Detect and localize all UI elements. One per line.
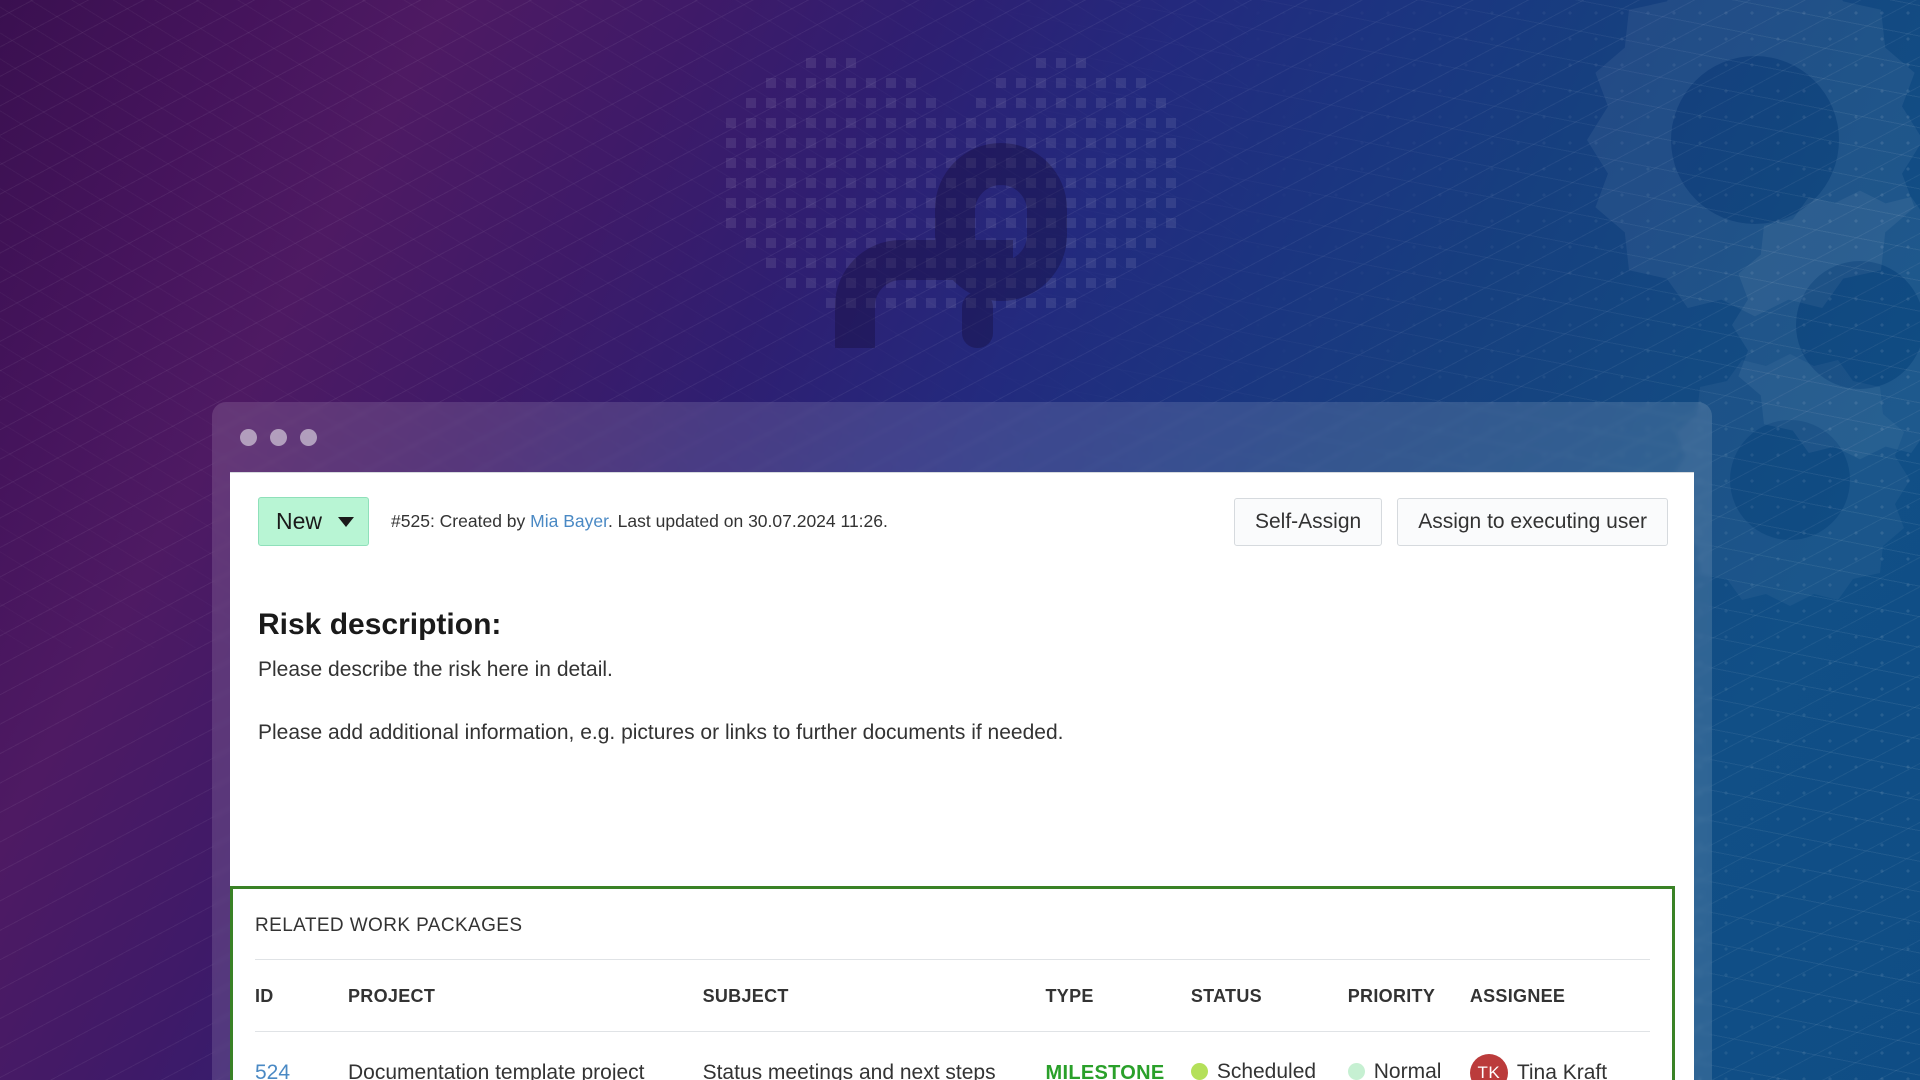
column-header-id[interactable]: ID xyxy=(255,960,348,1032)
gear-icon xyxy=(1545,0,1920,350)
priority-dot-icon xyxy=(1347,1063,1365,1080)
work-package-toolbar: New #525: Created by Mia Bayer. Last upd… xyxy=(230,473,1694,546)
work-package-id-link[interactable]: 524 xyxy=(255,1061,290,1080)
related-work-packages-title: RELATED WORK PACKAGES xyxy=(255,889,1650,960)
toolbar-actions: Self-Assign Assign to executing user xyxy=(1233,497,1668,546)
self-assign-button[interactable]: Self-Assign xyxy=(1233,497,1383,546)
window-titlebar[interactable] xyxy=(212,402,1712,472)
risk-description-paragraph-2: Please add additional information, e.g. … xyxy=(258,721,1064,745)
minimize-dot-icon[interactable] xyxy=(270,428,287,446)
gear-icon xyxy=(1700,165,1920,485)
status-dropdown[interactable]: New xyxy=(258,497,370,546)
table-header-row: ID PROJECT SUBJECT TYPE STATUS PRIORITY … xyxy=(255,960,1650,1032)
close-dot-icon[interactable] xyxy=(240,428,257,446)
assign-to-executing-user-button[interactable]: Assign to executing user xyxy=(1397,497,1668,546)
work-package-card: New #525: Created by Mia Bayer. Last upd… xyxy=(230,472,1694,1080)
column-header-project[interactable]: PROJECT xyxy=(348,960,703,1032)
cell-status: Scheduled xyxy=(1190,1032,1348,1080)
risk-description-section: Risk description: Please describe the ri… xyxy=(230,546,1694,749)
status-label: Scheduled xyxy=(1216,1059,1317,1080)
application-window: New #525: Created by Mia Bayer. Last upd… xyxy=(212,402,1712,1080)
related-work-packages-table: ID PROJECT SUBJECT TYPE STATUS PRIORITY … xyxy=(255,960,1650,1080)
type-badge: MILESTONE xyxy=(1045,1062,1165,1080)
work-package-meta: #525: Created by Mia Bayer. Last updated… xyxy=(391,511,888,532)
avatar[interactable]: TK xyxy=(1469,1054,1508,1080)
related-work-packages-panel: RELATED WORK PACKAGES ID PROJECT SUBJECT… xyxy=(230,886,1675,1080)
cell-assignee: TK Tina Kraft xyxy=(1469,1032,1650,1080)
column-header-type[interactable]: TYPE xyxy=(1045,960,1191,1032)
assignee-name: Tina Kraft xyxy=(1516,1061,1608,1080)
cell-id: 524 xyxy=(255,1032,348,1080)
cell-project: Documentation template project xyxy=(348,1061,645,1080)
column-header-subject[interactable]: SUBJECT xyxy=(702,960,1046,1032)
cell-subject: Status meetings and next steps xyxy=(702,1061,996,1080)
cell-priority: Normal xyxy=(1347,1032,1470,1080)
meta-author-link[interactable]: Mia Bayer xyxy=(530,511,608,531)
column-header-assignee[interactable]: ASSIGNEE xyxy=(1469,960,1650,1032)
status-dropdown-label: New xyxy=(276,508,323,534)
cell-type: MILESTONE xyxy=(1046,1032,1191,1080)
meta-prefix: #525: Created by xyxy=(391,511,531,531)
risk-description-title: Risk description: xyxy=(258,608,502,641)
pixel-heart-watermark xyxy=(696,48,1216,348)
openproject-logo-glyph xyxy=(835,143,1067,348)
risk-description-paragraph-1: Please describe the risk here in detail. xyxy=(258,658,613,681)
chevron-down-icon xyxy=(338,516,355,527)
column-header-status[interactable]: STATUS xyxy=(1190,960,1348,1032)
maximize-dot-icon[interactable] xyxy=(300,428,317,446)
table-row[interactable]: 524 Documentation template project Statu… xyxy=(255,1032,1650,1080)
desktop-background: New #525: Created by Mia Bayer. Last upd… xyxy=(0,0,1920,1080)
status-dot-icon xyxy=(1190,1063,1208,1080)
column-header-priority[interactable]: PRIORITY xyxy=(1347,960,1470,1032)
priority-label: Normal xyxy=(1373,1059,1442,1080)
meta-suffix: . Last updated on 30.07.2024 11:26. xyxy=(607,511,888,531)
